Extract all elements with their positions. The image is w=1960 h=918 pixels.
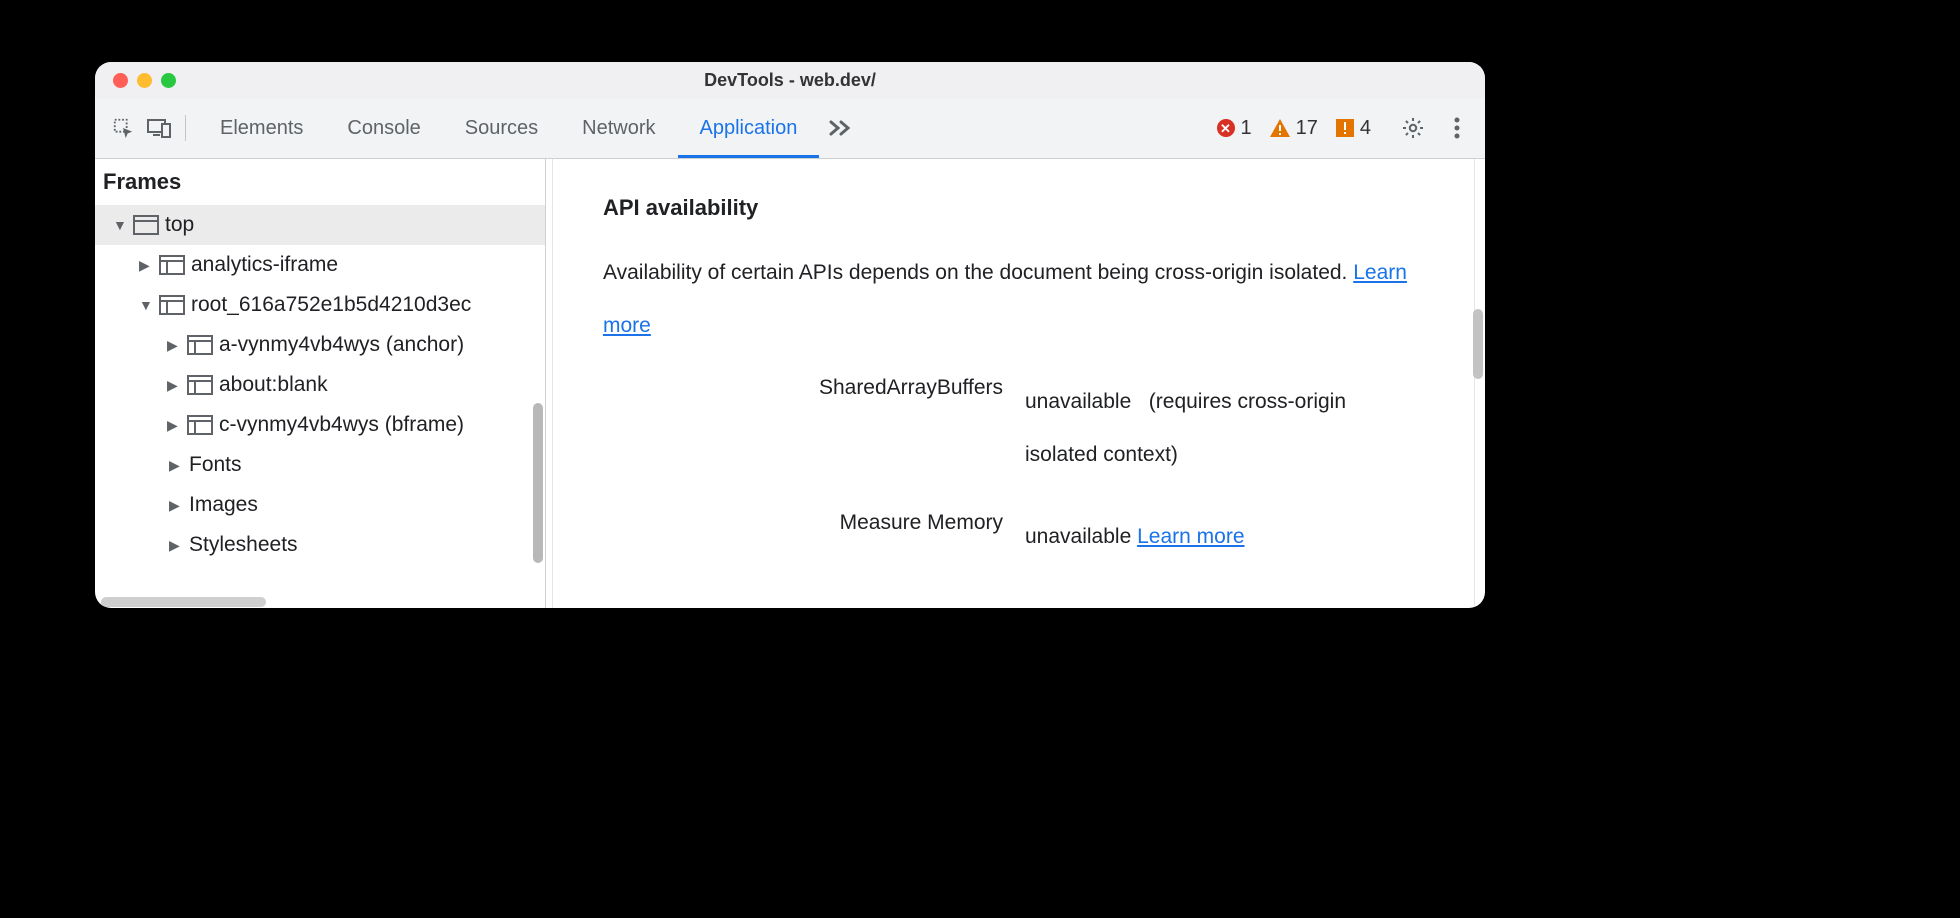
section-title: API availability <box>603 195 1424 221</box>
tab-network[interactable]: Network <box>560 98 677 158</box>
tree-item-label: Images <box>189 493 258 517</box>
toolbar-right: ✕ 1 17 4 <box>1217 114 1476 142</box>
error-count[interactable]: ✕ 1 <box>1217 117 1252 140</box>
main-panel-inner: API availability Availability of certain… <box>552 159 1475 608</box>
tab-sources[interactable]: Sources <box>443 98 560 158</box>
chevron-right-icon: ▶ <box>167 377 181 394</box>
frame-icon <box>133 215 159 235</box>
tree-item-about-blank[interactable]: ▶ about:blank <box>95 365 545 405</box>
api-value: unavailable (requires cross-origin isola… <box>1025 376 1424 481</box>
api-value-text: unavailable <box>1025 525 1131 548</box>
frames-tree: ▼ top ▶ analytics-iframe ▼ <box>95 205 545 608</box>
more-options-icon[interactable] <box>1443 114 1471 142</box>
issue-count[interactable]: 4 <box>1336 117 1371 140</box>
tree-item-label: a-vynmy4vb4wys (anchor) <box>219 333 464 357</box>
tree-item-stylesheets[interactable]: ▶ Stylesheets <box>95 525 545 565</box>
warning-count[interactable]: 17 <box>1270 117 1318 140</box>
api-row-memory: Measure Memory unavailable Learn more <box>603 511 1424 564</box>
issue-count-value: 4 <box>1360 117 1371 140</box>
tree-item-anchor[interactable]: ▶ a-vynmy4vb4wys (anchor) <box>95 325 545 365</box>
frames-sidebar: Frames ▼ top ▶ analytics-iframe <box>95 159 546 608</box>
subframe-icon <box>187 375 213 395</box>
tree-item-label: root_616a752e1b5d4210d3ec <box>191 293 471 317</box>
api-row-sab: SharedArrayBuffers unavailable (requires… <box>603 376 1424 481</box>
tree-item-label: about:blank <box>219 373 328 397</box>
device-toolbar-icon[interactable] <box>145 114 173 142</box>
tab-console[interactable]: Console <box>325 98 442 158</box>
api-table: SharedArrayBuffers unavailable (requires… <box>603 376 1424 564</box>
tree-item-label: Stylesheets <box>189 533 298 557</box>
warning-count-value: 17 <box>1296 117 1318 140</box>
section-description: Availability of certain APIs depends on … <box>603 247 1424 352</box>
issue-icon <box>1336 119 1354 137</box>
main-vertical-scrollbar[interactable] <box>1473 309 1483 379</box>
tree-item-label: analytics-iframe <box>191 253 338 277</box>
chevron-right-icon: ▶ <box>167 337 181 354</box>
chevron-down-icon: ▼ <box>139 297 153 313</box>
error-icon: ✕ <box>1217 119 1235 137</box>
tree-item-top[interactable]: ▼ top <box>95 205 545 245</box>
tree-item-analytics[interactable]: ▶ analytics-iframe <box>95 245 545 285</box>
toolbar-divider <box>185 115 186 141</box>
tab-elements[interactable]: Elements <box>198 98 325 158</box>
error-count-value: 1 <box>1241 117 1252 140</box>
description-text: Availability of certain APIs depends on … <box>603 261 1353 284</box>
titlebar: DevTools - web.dev/ <box>95 62 1485 98</box>
tree-item-images[interactable]: ▶ Images <box>95 485 545 525</box>
subframe-icon <box>187 335 213 355</box>
api-value: unavailable Learn more <box>1025 511 1424 564</box>
tree-item-bframe[interactable]: ▶ c-vynmy4vb4wys (bframe) <box>95 405 545 445</box>
tree-item-fonts[interactable]: ▶ Fonts <box>95 445 545 485</box>
chevron-right-icon: ▶ <box>169 457 183 474</box>
api-value-text: unavailable <box>1025 390 1131 413</box>
api-label: SharedArrayBuffers <box>603 376 1025 400</box>
settings-icon[interactable] <box>1399 114 1427 142</box>
warning-icon <box>1270 119 1290 137</box>
devtools-window: DevTools - web.dev/ Elements Console Sou… <box>95 62 1485 608</box>
subframe-icon <box>159 255 185 275</box>
tree-item-label: Fonts <box>189 453 242 477</box>
api-label: Measure Memory <box>603 511 1025 535</box>
tab-application[interactable]: Application <box>678 98 820 158</box>
tree-item-label: c-vynmy4vb4wys (bframe) <box>219 413 464 437</box>
sidebar-horizontal-scrollbar[interactable] <box>101 597 266 607</box>
chevron-right-icon: ▶ <box>139 257 153 274</box>
sidebar-vertical-scrollbar[interactable] <box>533 403 543 563</box>
tree-item-label: top <box>165 213 194 237</box>
window-title: DevTools - web.dev/ <box>95 70 1485 91</box>
chevron-down-icon: ▼ <box>113 217 127 233</box>
more-tabs-icon[interactable] <box>829 119 851 137</box>
content-area: Frames ▼ top ▶ analytics-iframe <box>95 159 1485 608</box>
main-panel: API availability Availability of certain… <box>546 159 1485 608</box>
chevron-right-icon: ▶ <box>169 537 183 554</box>
chevron-right-icon: ▶ <box>169 497 183 514</box>
devtools-toolbar: Elements Console Sources Network Applica… <box>95 98 1485 159</box>
tree-item-root[interactable]: ▼ root_616a752e1b5d4210d3ec <box>95 285 545 325</box>
inspect-element-icon[interactable] <box>109 114 137 142</box>
learn-more-link[interactable]: Learn more <box>1137 525 1244 548</box>
sidebar-header: Frames <box>95 159 545 205</box>
panel-tabs: Elements Console Sources Network Applica… <box>198 98 851 158</box>
chevron-right-icon: ▶ <box>167 417 181 434</box>
subframe-icon <box>187 415 213 435</box>
subframe-icon <box>159 295 185 315</box>
